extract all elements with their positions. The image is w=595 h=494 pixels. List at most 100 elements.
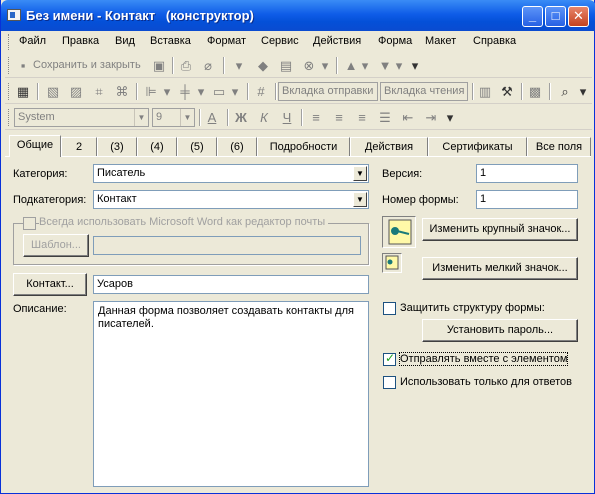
toolbar-separator bbox=[472, 83, 474, 100]
word-editor-checkbox[interactable] bbox=[23, 217, 36, 230]
properties-icon[interactable]: ▩ bbox=[527, 84, 543, 100]
chevron-down-icon[interactable]: ▼ bbox=[353, 166, 367, 181]
version-label: Версия: bbox=[382, 168, 423, 180]
italic-icon[interactable]: К bbox=[256, 110, 272, 126]
bullets-icon[interactable]: ☰ bbox=[377, 110, 393, 126]
toolbar-options-icon[interactable]: ▾ bbox=[407, 58, 423, 74]
menu-layout[interactable]: Макет bbox=[425, 35, 456, 47]
view-code-icon[interactable]: ⌕ bbox=[557, 84, 573, 100]
tab-page-2[interactable]: 2 bbox=[61, 137, 97, 157]
toolbar-options-icon[interactable]: ▾ bbox=[575, 84, 591, 100]
version-value: 1 bbox=[480, 167, 487, 179]
change-large-icon-button[interactable]: Изменить крупный значок... bbox=[422, 218, 578, 241]
toolbar-options-icon[interactable]: ▾ bbox=[442, 110, 458, 126]
publish-form-icon[interactable]: ▦ bbox=[15, 84, 31, 100]
menu-bar: Файл Правка Вид Вставка Формат Сервис Де… bbox=[5, 31, 592, 53]
decrease-indent-icon[interactable]: ⇤ bbox=[400, 110, 416, 126]
tab-page-6[interactable]: (6) bbox=[217, 137, 257, 157]
toolbar-separator bbox=[227, 109, 229, 126]
edit-read-page-button[interactable]: Вкладка чтения bbox=[380, 82, 468, 101]
bold-icon[interactable]: Ж bbox=[233, 110, 249, 126]
menu-edit[interactable]: Правка bbox=[62, 35, 99, 47]
title-bar[interactable]: Без имени - Контакт (конструктор) _ □ ✕ bbox=[1, 0, 595, 31]
control-toolbox-icon[interactable]: ⚒ bbox=[499, 84, 515, 100]
tab-general[interactable]: Общие bbox=[9, 135, 61, 157]
font-color-icon[interactable]: A bbox=[204, 110, 220, 126]
menu-form[interactable]: Форма bbox=[378, 35, 412, 47]
menu-insert[interactable]: Вставка bbox=[150, 35, 191, 47]
minimize-button[interactable]: _ bbox=[522, 6, 543, 27]
align-text-left-icon[interactable]: ≡ bbox=[308, 110, 324, 126]
contact-card-icon[interactable]: ▤ bbox=[278, 58, 294, 74]
align-left-icon[interactable]: ⊫ bbox=[143, 84, 159, 100]
assign-dropdown-icon[interactable]: ▾ bbox=[317, 58, 333, 74]
menu-tools[interactable]: Сервис bbox=[261, 35, 299, 47]
menu-actions[interactable]: Действия bbox=[313, 35, 361, 47]
underline-icon[interactable]: Ч bbox=[279, 110, 295, 126]
maximize-icon: □ bbox=[551, 8, 560, 23]
size-dropdown-icon[interactable]: ▾ bbox=[227, 84, 243, 100]
save-close-button[interactable]: Сохранить и закрыть bbox=[33, 59, 141, 71]
tab-page-3[interactable]: (3) bbox=[97, 137, 137, 157]
tab-page-4[interactable]: (4) bbox=[137, 137, 177, 157]
font-name-select[interactable]: System ▼ bbox=[14, 108, 149, 127]
chevron-down-icon: ▼ bbox=[180, 109, 194, 126]
reply-only-checkbox[interactable] bbox=[383, 376, 396, 389]
chevron-down-icon[interactable]: ▼ bbox=[353, 192, 367, 207]
toolbar-separator bbox=[136, 83, 138, 100]
tab-all-fields[interactable]: Все поля bbox=[527, 137, 591, 157]
next-dropdown-icon[interactable]: ▾ bbox=[391, 58, 407, 74]
previous-dropdown-icon[interactable]: ▾ bbox=[357, 58, 373, 74]
save-disk-icon[interactable]: ▣ bbox=[151, 58, 167, 74]
form-number-field[interactable]: 1 bbox=[476, 190, 578, 209]
description-textarea[interactable]: Данная форма позволяет создавать контакт… bbox=[93, 301, 369, 487]
ungroup-icon[interactable]: ⌘ bbox=[114, 84, 130, 100]
group-icon[interactable]: ⌗ bbox=[91, 84, 107, 100]
category-select[interactable]: Писатель ▼ bbox=[93, 164, 369, 183]
align-dropdown-icon[interactable]: ▾ bbox=[159, 84, 175, 100]
make-same-size-icon[interactable]: ▭ bbox=[211, 84, 227, 100]
flag-icon[interactable]: ▾ bbox=[231, 58, 247, 74]
version-field[interactable]: 1 bbox=[476, 164, 578, 183]
assign-task-icon[interactable]: ⊗ bbox=[301, 58, 317, 74]
tab-page-5[interactable]: (5) bbox=[177, 137, 217, 157]
close-button[interactable]: ✕ bbox=[568, 6, 589, 27]
change-small-icon-button[interactable]: Изменить мелкий значок... bbox=[422, 257, 578, 280]
maximize-button[interactable]: □ bbox=[545, 6, 566, 27]
align-text-center-icon[interactable]: ≡ bbox=[331, 110, 347, 126]
center-dropdown-icon[interactable]: ▾ bbox=[193, 84, 209, 100]
send-with-item-checkbox[interactable]: ✓ bbox=[383, 351, 396, 366]
bring-to-front-icon[interactable]: ▧ bbox=[45, 84, 61, 100]
increase-indent-icon[interactable]: ⇥ bbox=[423, 110, 439, 126]
subcategory-select[interactable]: Контакт ▼ bbox=[93, 190, 369, 209]
toolbar-grip[interactable] bbox=[8, 57, 11, 74]
field-chooser-icon[interactable]: ▥ bbox=[477, 84, 493, 100]
tab-certificates[interactable]: Сертификаты bbox=[428, 137, 527, 157]
contact-field[interactable]: Усаров bbox=[93, 275, 369, 294]
save-icon[interactable]: ▪ bbox=[15, 58, 31, 74]
menu-format[interactable]: Формат bbox=[207, 35, 246, 47]
categories-icon[interactable]: ◆ bbox=[255, 58, 271, 74]
menu-file[interactable]: Файл bbox=[19, 35, 46, 47]
menu-view[interactable]: Вид bbox=[115, 35, 135, 47]
template-button[interactable]: Шаблон... bbox=[23, 234, 89, 257]
menu-grip[interactable] bbox=[8, 34, 11, 50]
snap-to-grid-icon[interactable]: # bbox=[253, 84, 269, 100]
align-text-right-icon[interactable]: ≡ bbox=[354, 110, 370, 126]
contact-button[interactable]: Контакт... bbox=[13, 273, 87, 296]
center-icon[interactable]: ╪ bbox=[177, 84, 193, 100]
edit-compose-page-button[interactable]: Вкладка отправки bbox=[278, 82, 378, 101]
toolbar-grip[interactable] bbox=[8, 109, 11, 126]
toolbar-separator bbox=[336, 57, 338, 74]
set-password-button[interactable]: Установить пароль... bbox=[422, 319, 578, 342]
tab-actions[interactable]: Действия bbox=[350, 137, 428, 157]
attach-icon[interactable]: ⌀ bbox=[200, 58, 216, 74]
print-icon[interactable]: ⎙ bbox=[178, 58, 194, 74]
contact-value: Усаров bbox=[97, 278, 133, 290]
tab-details[interactable]: Подробности bbox=[257, 137, 350, 157]
menu-help[interactable]: Справка bbox=[473, 35, 516, 47]
protect-form-checkbox[interactable] bbox=[383, 302, 396, 315]
toolbar-grip[interactable] bbox=[8, 83, 11, 100]
send-to-back-icon[interactable]: ▨ bbox=[68, 84, 84, 100]
font-size-select[interactable]: 9 ▼ bbox=[152, 108, 195, 127]
